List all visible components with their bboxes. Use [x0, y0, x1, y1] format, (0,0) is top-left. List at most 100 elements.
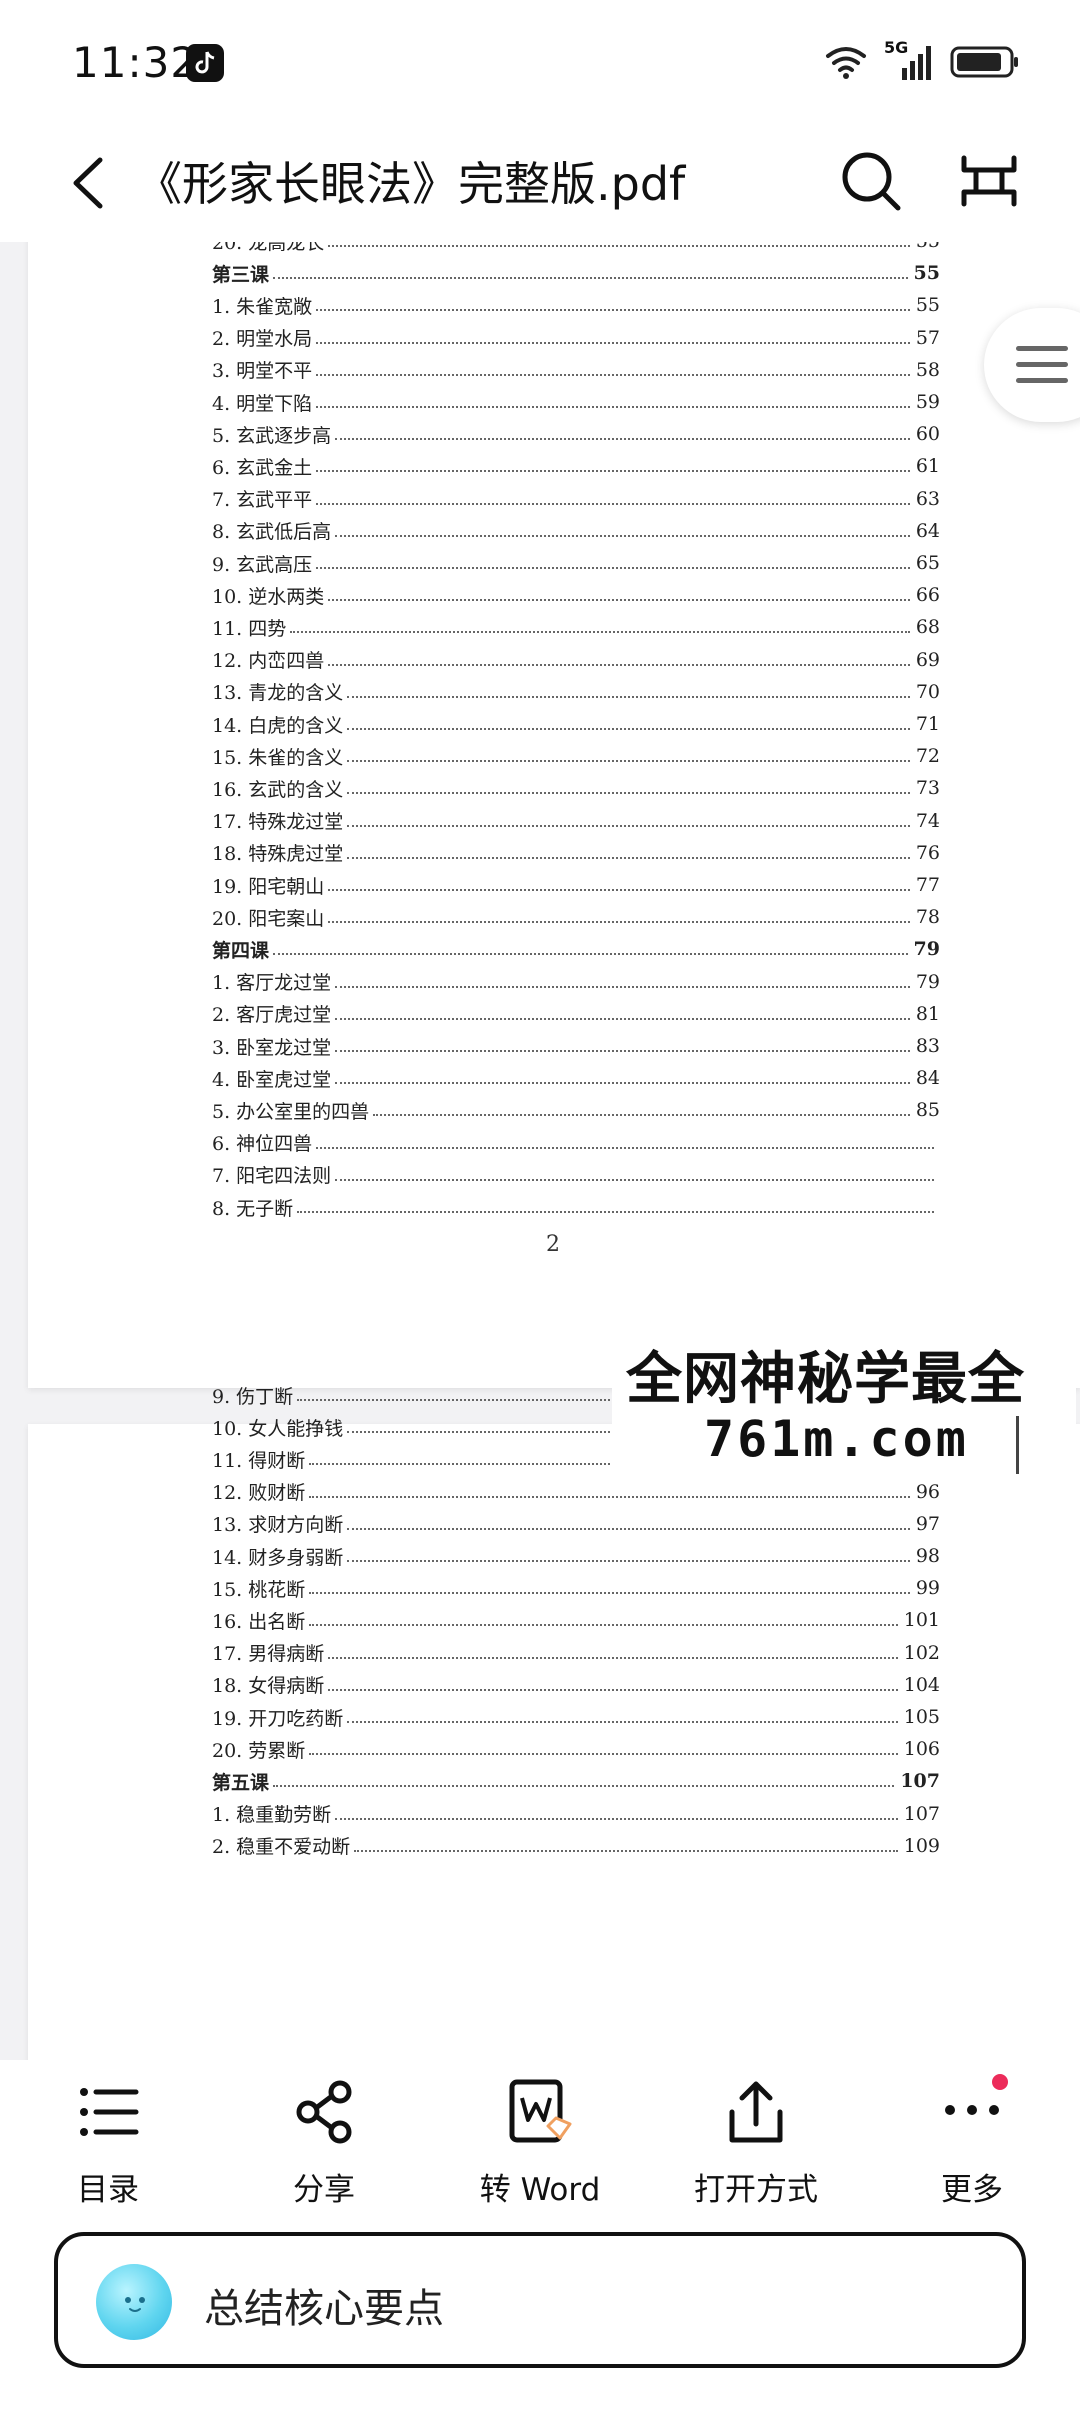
toc-entry[interactable]: 9. 玄武高压 65: [212, 550, 940, 576]
toc-entry-page: 57: [915, 326, 940, 349]
toc-leader-dots: [347, 695, 910, 698]
toc-entry-page: 96: [915, 1480, 940, 1503]
toc-entry[interactable]: 13. 求财方向断 97: [212, 1511, 940, 1537]
toc-entry[interactable]: 8. 无子断: [212, 1194, 940, 1220]
toc-entry[interactable]: 16. 玄武的含义 73: [212, 775, 940, 801]
toc-entry-page: 60: [915, 423, 940, 446]
toc-entry-page: 79: [913, 938, 940, 961]
toc-leader-dots: [335, 438, 910, 441]
toc-entry-title: 5. 玄武逐步高: [212, 424, 332, 447]
toc-leader-dots: [297, 1211, 934, 1213]
toc-entry-title: 20. 阳宅案山: [212, 907, 325, 930]
toc-entry-page: 107: [903, 1802, 940, 1825]
toolbar-share-button[interactable]: 分享: [234, 2074, 414, 2208]
toc-entry[interactable]: 10. 逆水两类 66: [212, 582, 940, 608]
toolbar-contents-button[interactable]: 目录: [18, 2074, 198, 2208]
toc-entry[interactable]: 15. 桃花断 99: [212, 1575, 940, 1601]
toc-leader-dots: [316, 1146, 934, 1149]
toc-entry[interactable]: 17. 男得病断 102: [212, 1640, 940, 1666]
toolbar-convert-word-button[interactable]: 转 Word: [450, 2074, 630, 2208]
toc-entry[interactable]: 6. 玄武金土 61: [212, 453, 940, 479]
toc-entry-title: 13. 青龙的含义: [212, 682, 344, 705]
back-arrow-icon[interactable]: [62, 148, 122, 218]
fit-page-icon[interactable]: [956, 148, 1022, 214]
toc-entry-page: 106: [903, 1738, 940, 1761]
toc-entry[interactable]: 17. 特殊龙过堂 74: [212, 808, 940, 834]
toolbar-label: 目录: [77, 2172, 139, 2208]
toc-entry[interactable]: 4. 明堂下陷 59: [212, 389, 940, 415]
toc-leader-dots: [273, 953, 908, 956]
toc-entry[interactable]: 18. 特殊虎过堂 76: [212, 840, 940, 866]
toc-entry[interactable]: 第三课 55: [212, 260, 940, 286]
search-icon[interactable]: [838, 148, 904, 214]
toolbar-more-button[interactable]: 更多: [882, 2074, 1062, 2208]
toolbar-label: 转 Word: [479, 2172, 601, 2208]
toc-entry[interactable]: 第五课 107: [212, 1768, 940, 1794]
toc-entry-title: 19. 开刀吃药断: [212, 1707, 344, 1730]
toc-entry[interactable]: 1. 客厅龙过堂 79: [212, 969, 940, 995]
toc-entry[interactable]: 20. 龙高龙长 55: [212, 242, 940, 254]
toc-entry-page: 73: [915, 777, 940, 800]
document-viewer[interactable]: 20. 龙高龙长 55 第三课 55 1. 朱雀宽敞 55 2. 明堂水局 57 3. 明堂不平…: [0, 242, 1080, 2060]
toc-entry[interactable]: 20. 阳宅案山 78: [212, 904, 940, 930]
toc-leader-dots: [328, 921, 910, 924]
toc-entry-page: 66: [915, 584, 940, 607]
bottom-toolbar: 目录 分享 转 Word 打开方式 更多: [0, 2060, 1080, 2210]
toc-entry-title: 3. 明堂不平: [212, 360, 313, 383]
toc-entry[interactable]: 18. 女得病断 104: [212, 1672, 940, 1698]
toc-entry-page: 71: [915, 713, 940, 735]
toc-entry-title: 16. 出名断: [212, 1610, 306, 1633]
toc-entry[interactable]: 12. 败财断 96: [212, 1479, 940, 1505]
toc-entry-title: 17. 特殊龙过堂: [212, 811, 344, 834]
toc-entry[interactable]: 5. 办公室里的四兽 85: [212, 1097, 940, 1123]
toc-entry[interactable]: 5. 玄武逐步高 60: [212, 421, 940, 447]
toc-entry[interactable]: 20. 劳累断 106: [212, 1736, 940, 1762]
toc-entry[interactable]: 8. 玄武低后高 64: [212, 518, 940, 544]
toc-entry-title: 2. 明堂水局: [212, 328, 313, 351]
toc-entry[interactable]: 6. 神位四兽: [212, 1130, 940, 1156]
toc-leader-dots: [328, 663, 910, 666]
toc-entry-title: 6. 神位四兽: [212, 1133, 313, 1156]
toc-entry[interactable]: 7. 玄武平平 63: [212, 486, 940, 512]
toc-entry-page: 77: [915, 874, 940, 896]
toc-entry-title: 6. 玄武金土: [212, 456, 313, 479]
toc-entry[interactable]: 3. 卧室龙过堂 83: [212, 1033, 940, 1059]
toc-entry[interactable]: 14. 财多身弱断 98: [212, 1543, 940, 1569]
toc-entry-page: 55: [915, 294, 940, 317]
notification-dot: [992, 2074, 1008, 2090]
toc-leader-dots: [347, 1527, 910, 1530]
wifi-icon: [826, 47, 866, 79]
toolbar-label: 更多: [941, 2172, 1003, 2208]
toc-entry[interactable]: 3. 明堂不平 58: [212, 357, 940, 383]
toc-entry-page: 105: [903, 1706, 940, 1728]
toc-entry[interactable]: 1. 朱雀宽敞 55: [212, 292, 940, 318]
toc-entry[interactable]: 14. 白虎的含义 71: [212, 711, 940, 737]
toc-entry-page: 101: [903, 1609, 940, 1632]
toc-entry[interactable]: 1. 稳重勤劳断 107: [212, 1801, 940, 1827]
toolbar-open-with-button[interactable]: 打开方式: [666, 2074, 846, 2208]
toc-entry[interactable]: 第四课 79: [212, 936, 940, 962]
toc-entry[interactable]: 16. 出名断 101: [212, 1607, 940, 1633]
toc-entry[interactable]: 11. 四势 68: [212, 614, 940, 640]
toc-entry[interactable]: 2. 客厅虎过堂 81: [212, 1001, 940, 1027]
toc-entry[interactable]: 7. 阳宅四法则: [212, 1162, 940, 1188]
toc-entry[interactable]: 19. 阳宅朝山 77: [212, 872, 940, 898]
toc-leader-dots: [347, 760, 910, 763]
convert-word-icon: [504, 2076, 576, 2148]
ai-summary-button[interactable]: 总结核心要点: [54, 2232, 1026, 2368]
watermark-overlay: 全网神秘学最全 761m.com: [612, 1330, 1076, 1480]
toc-leader-dots: [354, 1849, 898, 1852]
toc-entry[interactable]: 4. 卧室虎过堂 84: [212, 1065, 940, 1091]
toc-leader-dots: [335, 534, 910, 537]
toc-entry[interactable]: 2. 稳重不爱动断 109: [212, 1833, 940, 1859]
toc-entry[interactable]: 2. 明堂水局 57: [212, 325, 940, 351]
toc-entry-title: 1. 客厅龙过堂: [212, 972, 332, 995]
toc-entry[interactable]: 12. 内峦四兽 69: [212, 647, 940, 673]
toc-leader-dots: [316, 309, 910, 312]
toc-entry-title: 17. 男得病断: [212, 1643, 325, 1666]
toc-entry[interactable]: 15. 朱雀的含义 72: [212, 743, 940, 769]
toc-entry[interactable]: 19. 开刀吃药断 105: [212, 1704, 940, 1730]
toc-entry[interactable]: 13. 青龙的含义 70: [212, 679, 940, 705]
toc-leader-dots: [316, 341, 910, 344]
toc-entry-title: 第三课: [212, 263, 270, 286]
